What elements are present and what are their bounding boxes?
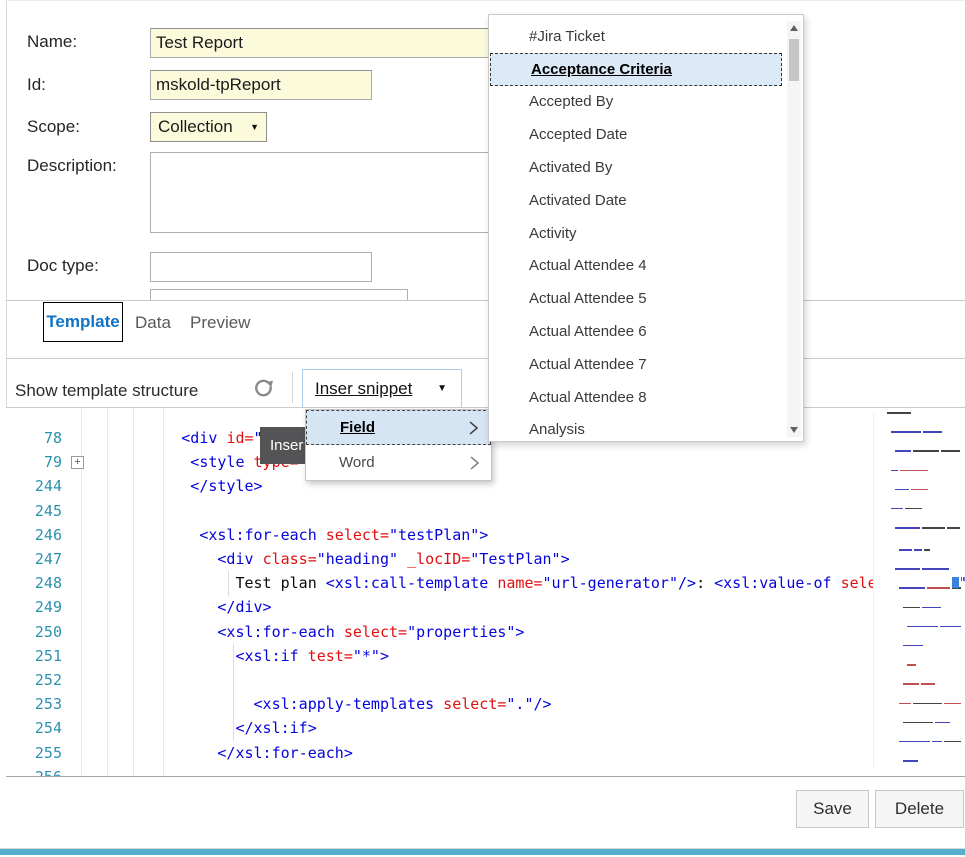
field-list-item-label: Acceptance Criteria	[531, 61, 672, 78]
code-line: 254 </xsl:if>	[18, 716, 965, 740]
field-list-item[interactable]: Actual Attendee 5	[489, 282, 782, 315]
scrollbar-thumb[interactable]	[789, 39, 799, 81]
show-template-structure-label: Show template structure	[15, 381, 198, 401]
insert-snippet-label: Inser snippet	[315, 379, 412, 399]
minimap-scroll-marker[interactable]	[952, 577, 959, 588]
field-list-item-label: #Jira Ticket	[529, 28, 605, 45]
line-number: 249	[18, 598, 62, 616]
line-number: 254	[18, 719, 62, 737]
field-list-item-label: Analysis	[529, 421, 585, 438]
code-line: 248 Test plan <xsl:call-template name="u…	[18, 571, 965, 595]
scroll-up-icon[interactable]	[790, 25, 798, 31]
code-line: 255 </xsl:for-each>	[18, 740, 965, 764]
chevron-down-icon: ▼	[437, 384, 447, 394]
tab-preview[interactable]: Preview	[190, 313, 250, 333]
line-number: 256	[18, 768, 62, 776]
field-list-item-label: Actual Attendee 7	[529, 356, 647, 373]
save-button[interactable]: Save	[796, 790, 869, 828]
template-editor-page: Name: Id: Scope: Collection ▼ Descriptio…	[0, 0, 965, 857]
line-number: 246	[18, 526, 62, 544]
chevron-right-icon	[469, 421, 478, 435]
field-list-item[interactable]: Actual Attendee 8	[489, 381, 782, 414]
scope-label: Scope:	[27, 117, 80, 137]
description-label: Description:	[27, 156, 117, 176]
field-list-item-label: Actual Attendee 8	[529, 389, 647, 406]
code-line: 246 <xsl:for-each select="testPlan">	[18, 523, 965, 547]
delete-button[interactable]: Delete	[875, 790, 964, 828]
menu-item-word-label: Word	[339, 454, 375, 471]
field-list-item-label: Activated Date	[529, 192, 627, 209]
scope-select[interactable]: Collection ▼	[150, 112, 267, 142]
field-list-item[interactable]: Activity	[489, 217, 782, 250]
field-dropdown-items: #Jira Ticket Acceptance Criteria Accepted …	[489, 20, 782, 442]
field-list-item[interactable]: Actual Attendee 6	[489, 315, 782, 348]
bottom-accent-bar	[0, 849, 965, 855]
line-number: 79	[18, 453, 62, 471]
line-number: 251	[18, 647, 62, 665]
id-label: Id:	[27, 75, 46, 95]
field-list-item[interactable]: #Jira Ticket	[489, 20, 782, 53]
code-minimap[interactable]	[873, 412, 961, 768]
field-list-item[interactable]: Accepted By	[489, 86, 782, 119]
field-list-item-label: Accepted Date	[529, 126, 627, 143]
code-line: 253 <xsl:apply-templates select="."/>	[18, 692, 965, 716]
field-list-item-label: Actual Attendee 5	[529, 290, 647, 307]
code-line: 245	[18, 499, 965, 523]
field-list-item[interactable]: Activated By	[489, 151, 782, 184]
insert-snippet-menu: Field Word	[305, 409, 492, 481]
field-list-item-label: Activity	[529, 225, 577, 242]
tab-template-label: Template	[46, 312, 119, 332]
field-list-item-label: Activated By	[529, 159, 612, 176]
panel-top-border	[6, 0, 965, 1]
form-section-divider	[6, 300, 965, 301]
doc-type-input[interactable]	[150, 252, 372, 282]
tab-template[interactable]: Template	[43, 302, 123, 342]
toolbar-separator	[292, 372, 293, 403]
scope-selected-value: Collection	[158, 117, 233, 137]
field-list-item-label: Accepted By	[529, 93, 613, 110]
refresh-icon[interactable]	[252, 377, 276, 401]
tabbar-divider	[6, 358, 965, 359]
code-line: 252	[18, 668, 965, 692]
tab-data[interactable]: Data	[135, 313, 171, 333]
line-number: 247	[18, 550, 62, 568]
doc-type-label: Doc type:	[27, 256, 99, 276]
field-list-item-label: Actual Attendee 4	[529, 257, 647, 274]
insert-snippet-button[interactable]: Inser snippet ▼	[302, 369, 462, 408]
fold-expand-icon[interactable]: +	[71, 456, 84, 469]
menu-item-word[interactable]: Word	[306, 445, 491, 480]
name-label: Name:	[27, 32, 77, 52]
line-number: 248	[18, 574, 62, 592]
chevron-right-icon	[470, 456, 479, 470]
line-number: 78	[18, 429, 62, 447]
editor-bottom-border	[6, 776, 965, 777]
scroll-down-icon[interactable]	[790, 427, 798, 433]
line-number: 252	[18, 671, 62, 689]
field-list-item[interactable]: Actual Attendee 7	[489, 348, 782, 381]
code-line: 247 <div class="heading" _locID="TestPla…	[18, 547, 965, 571]
code-line: 251 <xsl:if test="*">	[18, 644, 965, 668]
field-dropdown-list: #Jira Ticket Acceptance Criteria Accepted …	[488, 14, 804, 442]
chevron-down-icon: ▼	[250, 123, 259, 132]
field-list-item[interactable]: Acceptance Criteria	[490, 53, 782, 86]
field-list-item[interactable]: Activated Date	[489, 184, 782, 217]
code-line: 249 </div>	[18, 595, 965, 619]
line-number: 253	[18, 695, 62, 713]
line-number: 244	[18, 477, 62, 495]
code-line: 256	[18, 765, 965, 776]
line-number: 250	[18, 623, 62, 641]
field-list-item[interactable]: Analysis	[489, 414, 782, 442]
line-number: 255	[18, 744, 62, 762]
menu-item-field-label: Field	[340, 419, 375, 436]
field-list-scrollbar[interactable]	[787, 21, 801, 437]
field-list-item[interactable]: Actual Attendee 4	[489, 250, 782, 283]
menu-item-field[interactable]: Field	[306, 410, 491, 445]
line-number: 245	[18, 502, 62, 520]
code-line: 250 <xsl:for-each select="properties">	[18, 620, 965, 644]
id-input[interactable]	[150, 70, 372, 100]
field-list-item[interactable]: Accepted Date	[489, 118, 782, 151]
field-list-item-label: Actual Attendee 6	[529, 323, 647, 340]
